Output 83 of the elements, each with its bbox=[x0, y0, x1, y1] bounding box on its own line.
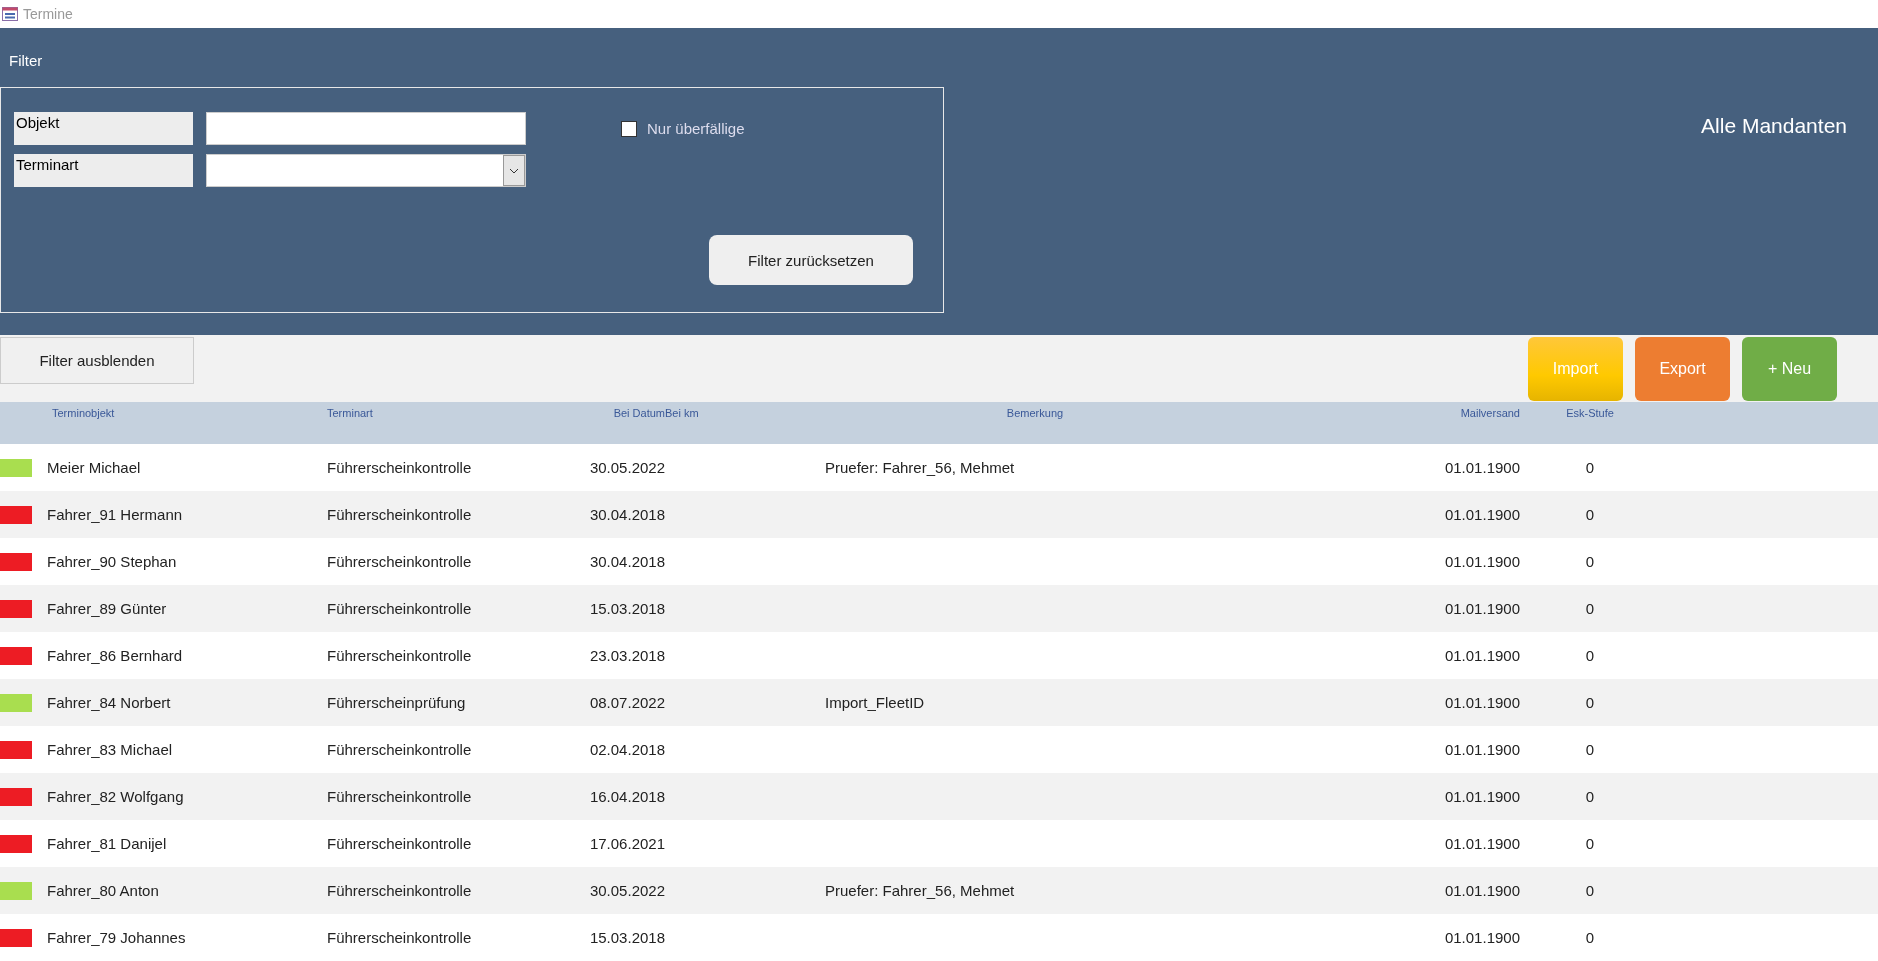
table-cell: 16.04.2018 bbox=[589, 788, 665, 805]
table-cell: 0 bbox=[1585, 882, 1595, 899]
table-cell: 0 bbox=[1585, 835, 1595, 852]
table-cell: Fahrer_91 Hermann bbox=[47, 506, 183, 523]
table-cell: 30.04.2018 bbox=[589, 506, 665, 523]
table-cell: 0 bbox=[1585, 553, 1595, 570]
table-row[interactable]: Fahrer_89 Günter Führerscheinkontrolle 15.03.2018 01.01.1900 0 bbox=[0, 585, 1878, 632]
table-cell-text: Pruefer: Fahrer_56, Mehmet bbox=[824, 459, 1015, 476]
window-title: Termine bbox=[23, 6, 73, 22]
column-header[interactable]: Terminart bbox=[195, 407, 373, 444]
table-cell: 01.01.1900 bbox=[1444, 835, 1520, 852]
table-cell: 02.04.2018 bbox=[589, 741, 665, 758]
table-row[interactable]: Fahrer_91 Hermann Führerscheinkontrolle 30.04.2018 01.01.1900 0 bbox=[0, 491, 1878, 538]
dropdown-field[interactable] bbox=[206, 154, 526, 187]
table-cell: 01.01.1900 bbox=[1444, 882, 1520, 899]
filter-title: Filter bbox=[9, 52, 43, 69]
hide-filter-button[interactable]: Filter ausblenden bbox=[0, 337, 194, 384]
column-header[interactable]: Mailversand bbox=[1460, 407, 1520, 444]
table-cell-text: Import_FleetID bbox=[824, 694, 925, 711]
table-cell: 01.01.1900 bbox=[1444, 694, 1520, 711]
field-label: Objekt bbox=[14, 112, 193, 145]
table-cell: Fahrer_80 Anton bbox=[47, 882, 159, 899]
table-cell: 0 bbox=[1585, 694, 1595, 711]
table-cell-text: Führerscheinkontrolle bbox=[326, 741, 472, 758]
client-label: Alle Mandanten bbox=[1701, 114, 1847, 139]
column-header[interactable]: Bei Datum bbox=[613, 407, 665, 444]
table-cell: 23.03.2018 bbox=[589, 647, 665, 664]
table-cell: 17.06.2021 bbox=[589, 835, 665, 852]
table-cell: Fahrer_90 Stephan bbox=[47, 553, 177, 570]
table-row[interactable]: Fahrer_80 Anton Führerscheinkontrolle 30.05.2022 Pruefer: Fahrer_56, Mehmet 01.01.1900 0 bbox=[0, 867, 1878, 914]
table-cell: 01.01.1900 bbox=[1444, 506, 1520, 523]
input-field[interactable] bbox=[206, 112, 526, 145]
table-cell: 15.03.2018 bbox=[589, 600, 665, 617]
table-cell: 0 bbox=[1585, 647, 1595, 664]
table-cell: 01.01.1900 bbox=[1444, 788, 1520, 805]
table-cell: 30.04.2018 bbox=[589, 553, 665, 570]
table-cell-text: Führerscheinkontrolle bbox=[326, 929, 472, 946]
table-cell-text: Führerscheinkontrolle bbox=[326, 882, 472, 899]
table-cell: Meier Michael bbox=[47, 459, 141, 476]
table-cell-text: Führerscheinkontrolle bbox=[326, 835, 472, 852]
reset-filter-button[interactable]: Filter zurücksetzen bbox=[709, 235, 913, 285]
table-cell: 0 bbox=[1585, 600, 1595, 617]
form-icon bbox=[2, 7, 18, 21]
table-cell: 0 bbox=[1585, 929, 1595, 946]
table-cell-text: Führerscheinkontrolle bbox=[326, 647, 472, 664]
table-cell: 0 bbox=[1585, 459, 1595, 476]
table-cell: 30.05.2022 bbox=[589, 882, 665, 899]
checkbox[interactable] bbox=[621, 120, 637, 137]
column-header[interactable]: Esk-Stufe bbox=[1566, 407, 1614, 444]
table-cell: 01.01.1900 bbox=[1444, 459, 1520, 476]
table-cell-text: Führerscheinkontrolle bbox=[326, 788, 472, 805]
chevron-down-icon[interactable] bbox=[503, 155, 525, 186]
table-cell-text: Führerscheinprüfung bbox=[326, 694, 466, 711]
table-cell: Fahrer_86 Bernhard bbox=[47, 647, 183, 664]
checkbox-label: Nur überfällige bbox=[647, 120, 745, 137]
table-cell: 0 bbox=[1585, 788, 1595, 805]
table-cell: Fahrer_83 Michael bbox=[47, 741, 173, 758]
table-cell: 08.07.2022 bbox=[589, 694, 665, 711]
field-label: Terminart bbox=[14, 154, 193, 187]
column-header[interactable]: Terminobjekt bbox=[0, 407, 115, 444]
table-cell: 01.01.1900 bbox=[1444, 741, 1520, 758]
table-cell: 01.01.1900 bbox=[1444, 553, 1520, 570]
table-cell: Fahrer_79 Johannes bbox=[47, 929, 186, 946]
table-cell: 0 bbox=[1585, 506, 1595, 523]
table-cell: 15.03.2018 bbox=[589, 929, 665, 946]
table-cell: Fahrer_81 Danijel bbox=[47, 835, 167, 852]
table-row[interactable]: Fahrer_84 Norbert Führerscheinprüfung 08.07.2022 Import_FleetID 01.01.1900 0 bbox=[0, 679, 1878, 726]
table-cell: 01.01.1900 bbox=[1444, 600, 1520, 617]
table-cell-text: Pruefer: Fahrer_56, Mehmet bbox=[824, 882, 1015, 899]
table-cell: 30.05.2022 bbox=[589, 459, 665, 476]
table-cell: 0 bbox=[1585, 741, 1595, 758]
column-header[interactable]: Bemerkung bbox=[1006, 407, 1064, 444]
table-cell: Fahrer_82 Wolfgang bbox=[47, 788, 184, 805]
table-cell: 01.01.1900 bbox=[1444, 647, 1520, 664]
column-header[interactable]: Bei km bbox=[665, 407, 699, 444]
table-cell: Fahrer_89 Günter bbox=[47, 600, 167, 617]
table-cell: 01.01.1900 bbox=[1444, 929, 1520, 946]
table-cell-text: Führerscheinkontrolle bbox=[326, 553, 472, 570]
table-cell-text: Führerscheinkontrolle bbox=[326, 459, 472, 476]
table-cell-text: Führerscheinkontrolle bbox=[326, 506, 472, 523]
table-cell-text: Führerscheinkontrolle bbox=[326, 600, 472, 617]
table-cell: Fahrer_84 Norbert bbox=[47, 694, 171, 711]
table-row[interactable]: Fahrer_82 Wolfgang Führerscheinkontrolle 16.04.2018 01.01.1900 0 bbox=[0, 773, 1878, 820]
